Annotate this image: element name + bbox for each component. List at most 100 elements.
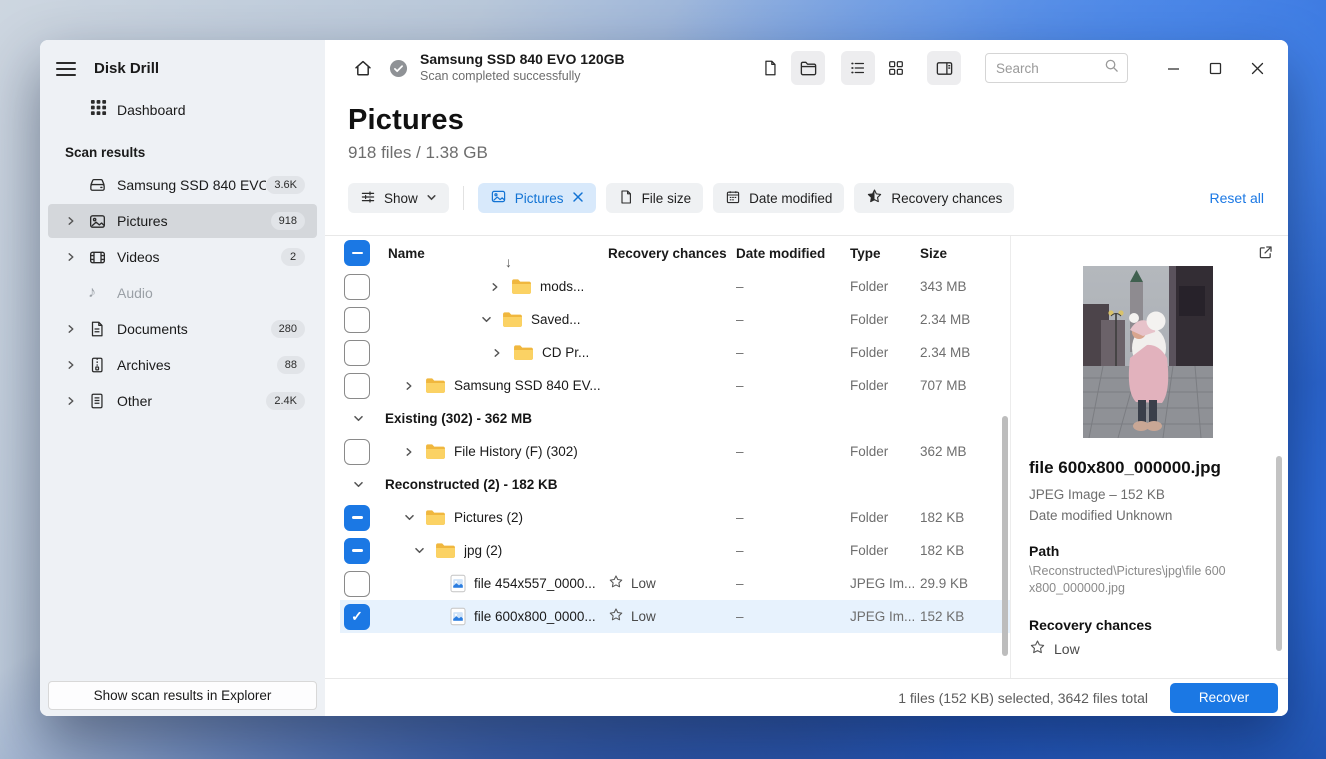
row-checkbox[interactable] xyxy=(344,307,370,333)
chevron-right-icon[interactable] xyxy=(404,381,418,391)
folder-icon xyxy=(425,377,446,394)
maximize-icon[interactable] xyxy=(1194,50,1236,86)
section-row-reconstructed-2-182-kb[interactable]: Reconstructed (2) - 182 KB xyxy=(340,468,1010,501)
sidebar-item-samsung-ssd-840-evo[interactable]: Samsung SSD 840 EVO...3.6K xyxy=(48,168,317,202)
sidebar-item-dashboard[interactable]: Dashboard xyxy=(48,93,317,127)
table-row[interactable]: File History (F) (302)–Folder362 MB xyxy=(340,435,1010,468)
table-header: Name↓ Recovery chances Date modified Typ… xyxy=(340,236,1010,270)
sidebar-item-archives[interactable]: Archives88 xyxy=(48,348,317,382)
column-type[interactable]: Type xyxy=(850,246,920,261)
row-checkbox[interactable] xyxy=(344,373,370,399)
sidebar-item-other[interactable]: Other2.4K xyxy=(48,384,317,418)
preview-recovery-value: Low xyxy=(1054,641,1080,657)
close-chip-icon[interactable] xyxy=(572,191,584,206)
chevron-down-icon[interactable] xyxy=(404,512,418,523)
row-checkbox[interactable] xyxy=(344,274,370,300)
chevron-down-icon[interactable] xyxy=(414,545,428,556)
sidebar-item-label: Archives xyxy=(117,357,277,373)
scan-complete-badge-icon xyxy=(389,59,408,78)
column-name[interactable]: Name xyxy=(388,246,425,261)
chevron-right-icon[interactable] xyxy=(66,216,82,226)
minimize-icon[interactable] xyxy=(1152,50,1194,86)
dashboard-grid-icon xyxy=(90,99,107,121)
menu-icon[interactable] xyxy=(56,62,76,76)
date-modified-value: – xyxy=(728,444,850,459)
table-row[interactable]: Saved...–Folder2.34 MB xyxy=(340,303,1010,336)
date-modified-value: – xyxy=(728,378,850,393)
chevron-right-icon[interactable] xyxy=(66,252,82,262)
chevron-right-icon[interactable] xyxy=(66,360,82,370)
star-icon xyxy=(608,607,624,626)
select-all-checkbox[interactable] xyxy=(344,240,370,266)
video-icon xyxy=(88,248,112,267)
row-name: CD Pr... xyxy=(542,345,589,360)
open-folder-icon[interactable] xyxy=(791,51,825,85)
other-icon xyxy=(88,392,112,410)
table-row[interactable]: file 454x557_0000...Low–JPEG Im...29.9 K… xyxy=(340,567,1010,600)
chevron-right-icon[interactable] xyxy=(490,282,504,292)
image-file-icon xyxy=(450,607,466,626)
chevron-right-icon[interactable] xyxy=(404,447,418,457)
chevron-right-icon[interactable] xyxy=(66,396,82,406)
grid-view-icon[interactable] xyxy=(879,51,913,85)
section-row-existing-302-362-mb[interactable]: Existing (302) - 362 MB xyxy=(340,402,1010,435)
sidebar-item-audio[interactable]: ♪Audio xyxy=(48,276,317,310)
list-view-icon[interactable] xyxy=(841,51,875,85)
chevron-down-icon[interactable] xyxy=(353,479,364,490)
row-checkbox[interactable] xyxy=(344,571,370,597)
calendar-icon xyxy=(725,189,741,208)
chevron-down-icon[interactable] xyxy=(481,314,495,325)
row-checkbox[interactable] xyxy=(344,538,370,564)
table-row[interactable]: Samsung SSD 840 EV...–Folder707 MB xyxy=(340,369,1010,402)
chevron-right-icon[interactable] xyxy=(66,324,82,334)
search-icon xyxy=(1104,58,1119,78)
table-scrollbar[interactable] xyxy=(1002,416,1008,656)
home-icon[interactable] xyxy=(351,58,375,78)
sidebar-item-videos[interactable]: Videos2 xyxy=(48,240,317,274)
count-badge: 2 xyxy=(281,248,305,266)
open-external-icon[interactable] xyxy=(1257,244,1274,266)
row-checkbox[interactable] xyxy=(344,340,370,366)
column-size[interactable]: Size xyxy=(920,246,1010,261)
new-file-icon[interactable] xyxy=(753,51,787,85)
size-value: 707 MB xyxy=(920,378,1010,393)
table-row[interactable]: file 600x800_0000...Low–JPEG Im...152 KB xyxy=(340,600,1010,633)
close-icon[interactable] xyxy=(1236,50,1278,86)
recovery-value: Low xyxy=(631,576,656,591)
chip-label: File size xyxy=(642,191,692,206)
table-row[interactable]: CD Pr...–Folder2.34 MB xyxy=(340,336,1010,369)
filter-chip-date-modified[interactable]: Date modified xyxy=(713,183,844,213)
table-row[interactable]: Pictures (2)–Folder182 KB xyxy=(340,501,1010,534)
sidebar-item-pictures[interactable]: Pictures918 xyxy=(48,204,317,238)
preview-scrollbar[interactable] xyxy=(1276,456,1282,651)
chevron-right-icon[interactable] xyxy=(492,348,506,358)
reset-all-link[interactable]: Reset all xyxy=(1210,190,1264,206)
preview-filename: file 600x800_000000.jpg xyxy=(1029,458,1266,478)
table-row[interactable]: jpg (2)–Folder182 KB xyxy=(340,534,1010,567)
date-modified-value: – xyxy=(728,279,850,294)
type-value: Folder xyxy=(850,312,920,327)
filter-chip-pictures[interactable]: Pictures xyxy=(478,183,596,213)
drive-icon xyxy=(88,176,112,195)
sidebar-item-documents[interactable]: Documents280 xyxy=(48,312,317,346)
column-date-modified[interactable]: Date modified xyxy=(728,246,850,261)
filter-chip-recovery-chances[interactable]: Recovery chances xyxy=(854,183,1014,213)
picture-icon xyxy=(88,212,112,231)
count-badge: 3.6K xyxy=(266,176,305,194)
column-recovery-chances[interactable]: Recovery chances xyxy=(600,246,728,261)
chevron-down-icon[interactable] xyxy=(353,413,364,424)
date-modified-value: – xyxy=(728,576,850,591)
row-name: Samsung SSD 840 EV... xyxy=(454,378,600,393)
show-in-explorer-button[interactable]: Show scan results in Explorer xyxy=(48,681,317,710)
show-filter-button[interactable]: Show xyxy=(348,183,449,213)
preview-panel-icon[interactable] xyxy=(927,51,961,85)
filter-chip-file-size[interactable]: File size xyxy=(606,183,704,213)
search-input[interactable] xyxy=(996,61,1104,76)
row-checkbox[interactable] xyxy=(344,439,370,465)
row-checkbox[interactable] xyxy=(344,604,370,630)
recover-button[interactable]: Recover xyxy=(1170,683,1278,713)
folder-icon xyxy=(435,542,456,559)
row-checkbox[interactable] xyxy=(344,505,370,531)
size-value: 182 KB xyxy=(920,510,1010,525)
table-row[interactable]: mods...–Folder343 MB xyxy=(340,270,1010,303)
